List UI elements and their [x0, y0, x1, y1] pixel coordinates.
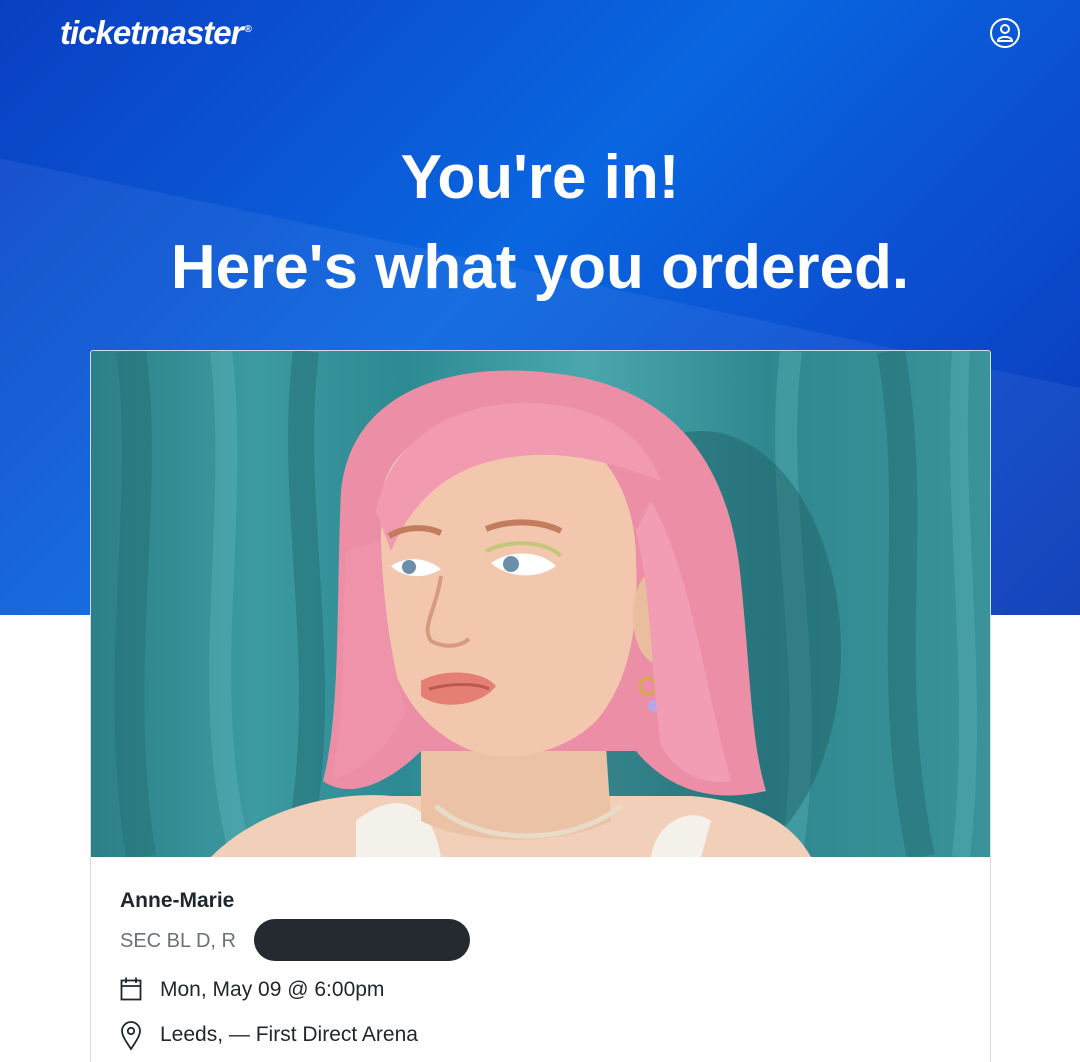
artist-photo-illustration — [114, 351, 978, 857]
confirmation-headline: You're in! — [400, 143, 680, 212]
map-pin-icon — [121, 1021, 141, 1051]
order-subheadline: Here's what you ordered. — [170, 233, 910, 302]
event-photo[interactable] — [91, 351, 990, 857]
redaction-bar — [254, 919, 470, 961]
user-circle-icon — [996, 24, 1014, 42]
event-date: Mon, May 09 @ 6:00pm — [160, 978, 385, 1001]
ticketmaster-logo[interactable]: ticketmaster ® — [60, 14, 252, 52]
calendar-icon — [120, 977, 142, 1001]
account-button[interactable] — [990, 18, 1020, 48]
order-card: Anne-Marie SEC BL D, R Mon, May 09 @ 6:0… — [90, 350, 991, 1062]
seat-info: SEC BL D, R — [120, 930, 236, 952]
registered-mark: ® — [244, 24, 251, 35]
event-venue[interactable]: Leeds, — First Direct Arena — [160, 1023, 418, 1047]
logo-text: ticketmaster — [60, 14, 243, 51]
event-name: Anne-Marie — [120, 889, 235, 912]
